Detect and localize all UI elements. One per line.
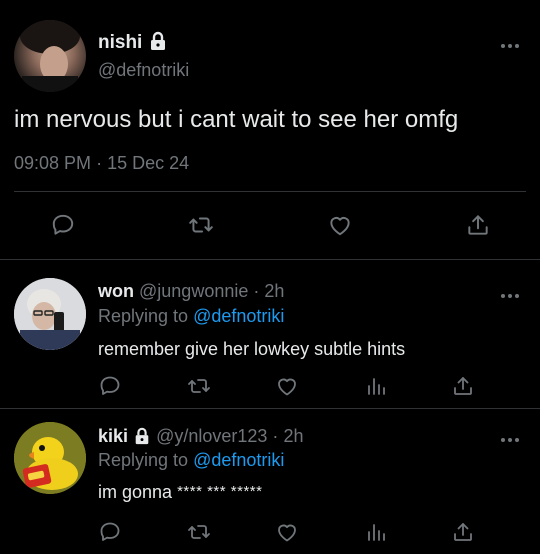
share-icon[interactable] <box>451 374 475 403</box>
replying-to-label: Replying to <box>98 306 189 326</box>
reply-header: won @jungwonnie · 2h <box>98 281 284 302</box>
views-icon[interactable] <box>364 520 388 549</box>
more-options-icon[interactable] <box>500 432 520 443</box>
retweet-icon[interactable] <box>187 212 215 243</box>
reply-display-name[interactable]: kiki <box>98 426 128 446</box>
censored-text: **** *** ***** <box>177 483 263 500</box>
divider <box>14 191 526 192</box>
reply-icon[interactable] <box>98 520 122 549</box>
reply-icon[interactable] <box>50 212 76 243</box>
reply-icon[interactable] <box>98 374 122 403</box>
replying-to-handle[interactable]: @defnotriki <box>193 306 284 326</box>
like-icon[interactable] <box>274 374 300 403</box>
reply-age[interactable]: 2h <box>283 426 303 446</box>
reply-text: remember give her lowkey subtle hints <box>98 339 406 359</box>
reply-handle[interactable]: @jungwonnie <box>139 281 248 301</box>
share-icon[interactable] <box>465 212 491 243</box>
reply-display-name[interactable]: won <box>98 281 134 301</box>
avatar-won[interactable] <box>14 278 86 350</box>
timestamp-separator: · <box>96 153 103 173</box>
share-icon[interactable] <box>451 520 475 549</box>
section-divider <box>0 408 540 409</box>
reply-separator: · <box>253 281 260 301</box>
retweet-icon[interactable] <box>186 374 212 403</box>
display-name[interactable]: nishi <box>98 31 168 55</box>
reply-handle[interactable]: @y/nlover123 <box>156 426 267 446</box>
retweet-icon[interactable] <box>186 520 212 549</box>
like-icon[interactable] <box>274 520 300 549</box>
more-options-icon[interactable] <box>500 38 520 49</box>
section-divider <box>0 259 540 260</box>
reply-text-line: im gonna **** *** ***** <box>98 482 262 503</box>
timestamp[interactable]: 09:08 PM · 15 Dec 24 <box>14 153 189 174</box>
more-options-icon[interactable] <box>500 288 520 299</box>
reply-separator: · <box>272 426 279 446</box>
tweet-text: im nervous but i cant wait to see her om… <box>14 106 459 133</box>
reply-age[interactable]: 2h <box>264 281 284 301</box>
replying-to: Replying to @defnotriki <box>98 450 284 471</box>
lock-icon <box>148 31 168 55</box>
tweet-time: 09:08 PM <box>14 153 92 173</box>
replying-to-label: Replying to <box>98 450 189 470</box>
avatar-nishi[interactable] <box>14 20 86 92</box>
reply-header: kiki @y/nlover123 · 2h <box>98 426 303 448</box>
replying-to: Replying to @defnotriki <box>98 306 284 327</box>
reply-text: im gonna <box>98 482 173 502</box>
avatar-kiki[interactable] <box>14 422 86 494</box>
display-name-text: nishi <box>98 32 143 54</box>
lock-icon <box>133 427 151 448</box>
replying-to-handle[interactable]: @defnotriki <box>193 450 284 470</box>
views-icon[interactable] <box>364 374 388 403</box>
like-icon[interactable] <box>326 212 354 243</box>
handle[interactable]: @defnotriki <box>98 60 189 81</box>
tweet-date: 15 Dec 24 <box>107 153 190 173</box>
